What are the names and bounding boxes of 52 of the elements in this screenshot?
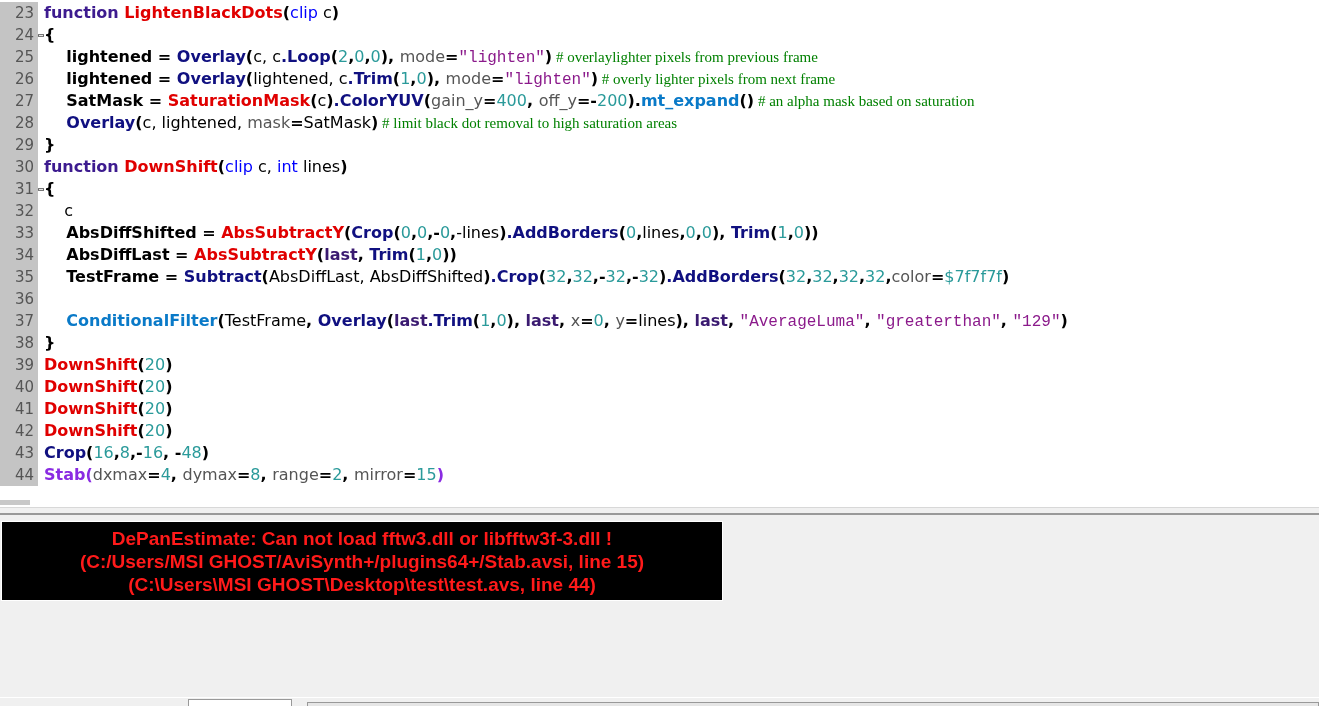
code-line: Stab(dxmax=4, dymax=8, range=2, mirror=15): [44, 464, 444, 486]
line-number: 43: [13, 443, 35, 464]
line-number: 41: [13, 399, 35, 420]
code-line: function LightenBlackDots(clip c): [44, 2, 340, 24]
code-line: SatMask = SaturationMask(c).ColorYUV(gain_y=400, off_y=-200).mt_expand() # an alpha mask based on saturation: [65, 90, 975, 112]
code-line: DownShift(20): [44, 376, 173, 398]
line-number: 32: [13, 201, 35, 222]
code-line: {: [44, 178, 56, 200]
input-field[interactable]: [188, 699, 292, 706]
slider-track[interactable]: [307, 702, 1319, 706]
code-line: AbsDiffShifted = AbsSubtractY(Crop(0,0,-0,-lines).AddBorders(0,lines,0,0), Trim(1,0)): [65, 222, 819, 244]
line-number: 28: [13, 113, 35, 134]
code-line: TestFrame = Subtract(AbsDiffLast, AbsDiffShifted).Crop(32,32,-32,-32).AddBorders(32,32,32,32,color=$7f7f7f): [65, 266, 1010, 288]
line-number: 25: [13, 47, 35, 68]
code-line: AbsDiffLast = AbsSubtractY(last, Trim(1,0)): [65, 244, 457, 266]
error-text: (C:\Users\MSI GHOST\Desktop\test\test.avs, line 44): [128, 572, 596, 596]
code-line: DownShift(20): [44, 354, 173, 376]
line-number: 27: [13, 91, 35, 112]
code-line: Crop(16,8,-16, -48): [44, 442, 210, 464]
line-number: 39: [13, 355, 35, 376]
line-number: 36: [13, 289, 35, 310]
line-number: 34: [13, 245, 35, 266]
line-number: 44: [13, 465, 35, 486]
code-line: c: [63, 200, 74, 222]
code-line: {: [44, 24, 56, 46]
code-line: function DownShift(clip c, int lines): [44, 156, 348, 178]
scrollbar-thumb[interactable]: [0, 500, 30, 505]
line-number: 35: [13, 267, 35, 288]
line-number: 33: [13, 223, 35, 244]
line-number: 23: [13, 3, 35, 24]
line-number: 31: [13, 179, 35, 200]
line-number: 30: [13, 157, 35, 178]
code-line: DownShift(20): [44, 398, 173, 420]
code-line: Overlay(c, lightened, mask=SatMask) # limit black dot removal to high saturation areas: [65, 112, 678, 134]
code-line: DownShift(20): [44, 420, 173, 442]
code-line: ConditionalFilter(TestFrame, Overlay(last.Trim(1,0), last, x=0, y=lines), last, "AverageLuma", "greaterthan", "129"): [65, 309, 1068, 333]
collapse-icon[interactable]: [38, 31, 44, 39]
line-number: 24: [13, 25, 35, 46]
line-number: 40: [13, 377, 35, 398]
line-number: 29: [13, 135, 35, 156]
line-number: 26: [13, 69, 35, 90]
code-line: }: [44, 332, 56, 354]
error-text: (C:/Users/MSI GHOST/AviSynth+/plugins64+/Stab.avsi, line 15): [79, 549, 645, 573]
code-line: }: [44, 134, 56, 156]
error-text: DePanEstimate: Can not load fftw3.dll or libfftw3f-3.dll !: [111, 526, 613, 550]
code-line: lightened = Overlay(c, c.Loop(2,0,0), mode="lighten") # overlaylighter pixels from previous frame: [65, 45, 818, 69]
line-number: 42: [13, 421, 35, 442]
collapse-icon[interactable]: [38, 185, 44, 193]
splitter-bar[interactable]: [0, 507, 1319, 515]
code-line: lightened = Overlay(lightened, c.Trim(1,0), mode="lighten") # overly lighter pixels from next frame: [65, 67, 836, 91]
line-number: 38: [13, 333, 35, 354]
line-number: 37: [13, 311, 35, 332]
